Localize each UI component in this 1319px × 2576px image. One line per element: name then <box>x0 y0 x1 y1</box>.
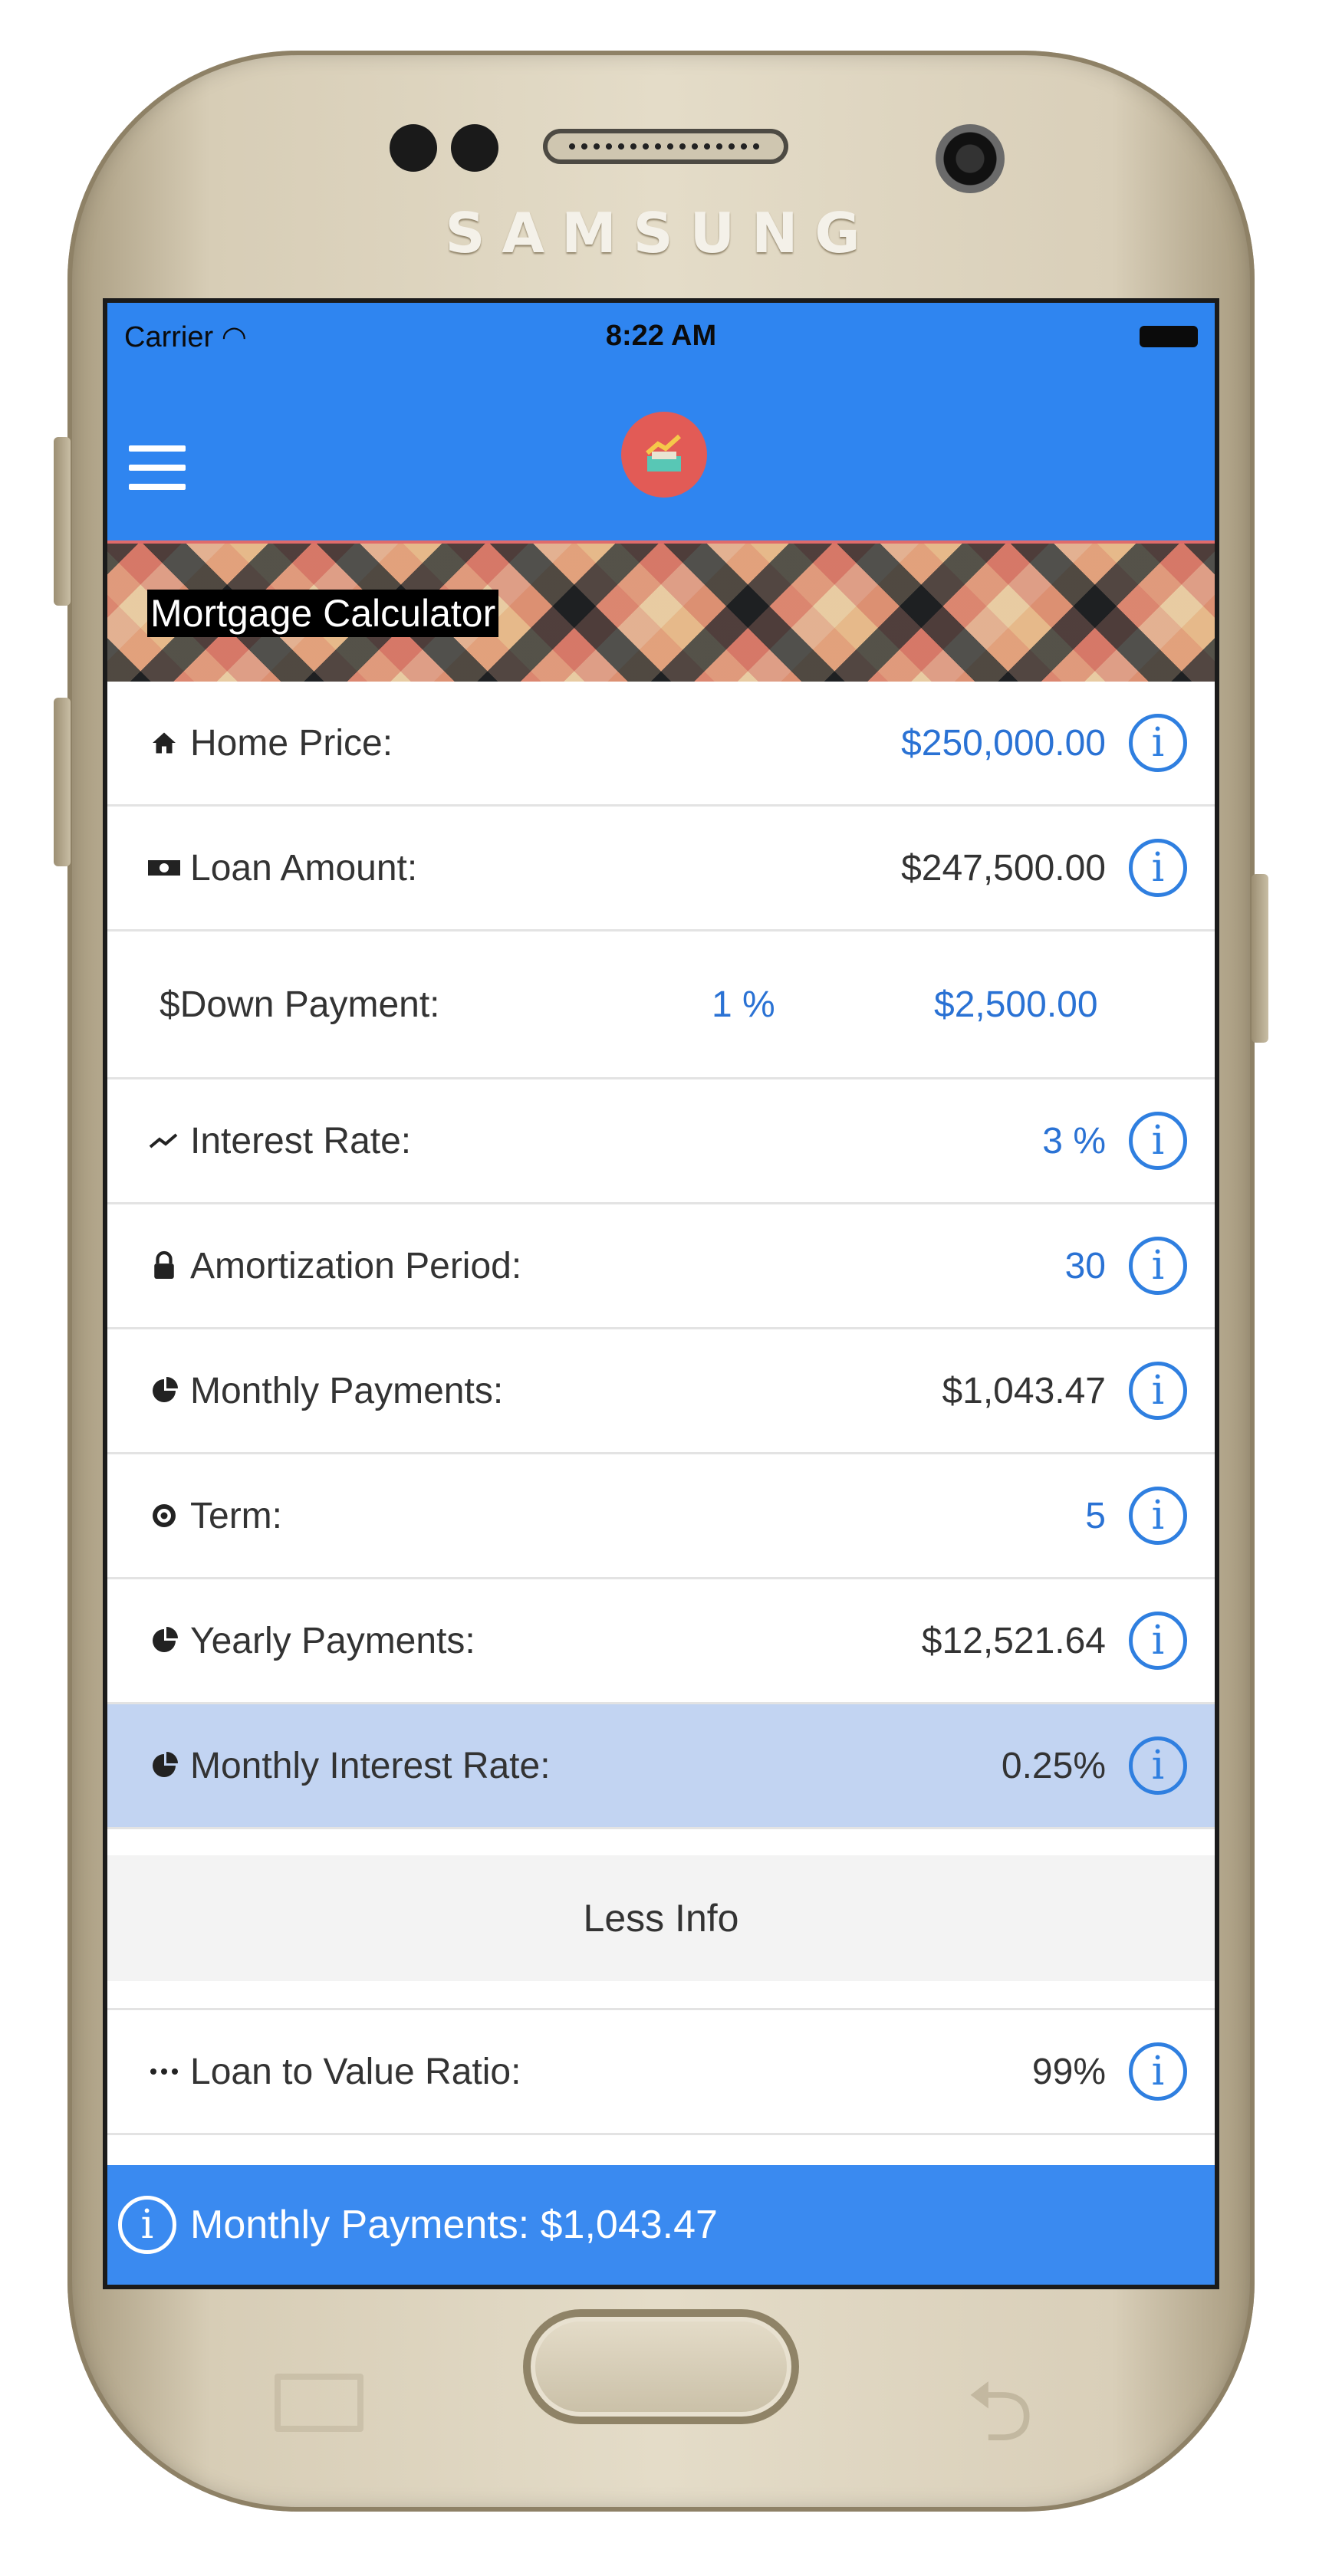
recent-apps-button[interactable] <box>275 2374 363 2432</box>
pie-chart-icon <box>146 1627 183 1654</box>
amortization-label: Amortization Period: <box>190 1245 522 1286</box>
banner: Mortgage Calculator <box>107 540 1215 682</box>
row-term[interactable]: Term: 5 i <box>107 1454 1215 1579</box>
amortization-value[interactable]: 30 <box>1065 1245 1106 1287</box>
device-brand: SAMSUNG <box>445 201 877 265</box>
status-time: 8:22 AM <box>605 320 717 352</box>
info-icon[interactable]: i <box>1129 1112 1187 1170</box>
home-icon <box>146 729 183 757</box>
less-info-button[interactable]: Less Info <box>107 1855 1215 1981</box>
home-price-label: Home Price: <box>190 722 393 764</box>
row-monthly-payments[interactable]: Monthly Payments: $1,043.47 i <box>107 1329 1215 1454</box>
interest-rate-value[interactable]: 3 % <box>1042 1120 1106 1162</box>
battery-icon <box>1140 326 1198 347</box>
back-icon[interactable]: ⮌ <box>966 2351 1034 2494</box>
row-amortization[interactable]: Amortization Period: 30 i <box>107 1204 1215 1329</box>
down-payment-amount[interactable]: $2,500.00 <box>934 984 1098 1026</box>
app-logo-icon <box>621 412 707 498</box>
info-icon[interactable]: i <box>1129 1737 1187 1795</box>
app-header <box>107 369 1215 540</box>
info-icon[interactable]: i <box>118 2196 176 2254</box>
home-button[interactable] <box>523 2309 799 2424</box>
row-interest-rate[interactable]: Interest Rate: 3 % i <box>107 1079 1215 1204</box>
money-icon <box>146 857 183 879</box>
yearly-payments-label: Yearly Payments: <box>190 1620 475 1661</box>
trend-icon <box>146 1132 183 1150</box>
pie-chart-icon <box>146 1377 183 1405</box>
term-label: Term: <box>190 1495 282 1536</box>
down-payment-label: $Down Payment: <box>160 984 440 1025</box>
loan-amount-value: $247,500.00 <box>901 847 1106 889</box>
ellipsis-icon <box>146 2067 183 2076</box>
term-value[interactable]: 5 <box>1085 1495 1106 1537</box>
footer-bar[interactable]: i Monthly Payments: $1,043.47 <box>107 2165 1215 2285</box>
power-button[interactable] <box>1252 874 1268 1043</box>
calculator-rows: Home Price: $250,000.00 i Loan Amount: $… <box>107 682 1215 2135</box>
monthly-payments-value: $1,043.47 <box>942 1370 1106 1411</box>
loan-amount-label: Loan Amount: <box>190 847 418 889</box>
monthly-interest-label: Monthly Interest Rate: <box>190 1745 551 1786</box>
info-icon[interactable]: i <box>1129 2042 1187 2101</box>
less-info-section: Less Info <box>107 1829 1215 2010</box>
home-price-value[interactable]: $250,000.00 <box>901 722 1106 764</box>
volume-up-button[interactable] <box>54 437 71 606</box>
banner-title: Mortgage Calculator <box>147 590 499 637</box>
app-screen: Carrier ◠ 8:22 AM Mortgage Calculator Ho… <box>107 303 1215 2285</box>
monthly-payments-label: Monthly Payments: <box>190 1370 504 1411</box>
row-home-price[interactable]: Home Price: $250,000.00 i <box>107 682 1215 807</box>
footer-text: Monthly Payments: $1,043.47 <box>190 2203 718 2247</box>
loan-to-value-label: Loan to Value Ratio: <box>190 2051 521 2092</box>
volume-down-button[interactable] <box>54 698 71 866</box>
pie-chart-icon <box>146 1752 183 1779</box>
yearly-payments-value: $12,521.64 <box>921 1620 1106 1661</box>
info-icon[interactable]: i <box>1129 714 1187 772</box>
loan-to-value-value: 99% <box>1031 2051 1106 2092</box>
front-camera <box>936 124 1005 193</box>
row-loan-amount[interactable]: Loan Amount: $247,500.00 i <box>107 807 1215 932</box>
interest-rate-label: Interest Rate: <box>190 1120 412 1162</box>
info-icon[interactable]: i <box>1129 1237 1187 1295</box>
lock-icon <box>146 1250 183 1281</box>
status-bar: Carrier ◠ 8:22 AM <box>107 303 1215 369</box>
monthly-interest-value: 0.25% <box>1001 1745 1106 1786</box>
info-icon[interactable]: i <box>1129 1487 1187 1545</box>
down-payment-percent[interactable]: 1 % <box>712 984 934 1026</box>
info-icon[interactable]: i <box>1129 839 1187 897</box>
row-down-payment[interactable]: $Down Payment: 1 % $2,500.00 <box>107 932 1215 1079</box>
hamburger-menu-icon[interactable] <box>129 445 186 503</box>
row-monthly-interest-rate[interactable]: Monthly Interest Rate: 0.25% i <box>107 1704 1215 1829</box>
row-yearly-payments[interactable]: Yearly Payments: $12,521.64 i <box>107 1579 1215 1704</box>
info-icon[interactable]: i <box>1129 1612 1187 1670</box>
info-icon[interactable]: i <box>1129 1362 1187 1420</box>
target-icon <box>146 1502 183 1530</box>
sensor-dots <box>390 124 498 172</box>
row-loan-to-value[interactable]: Loan to Value Ratio: 99% i <box>107 2010 1215 2135</box>
earpiece-speaker <box>543 129 788 164</box>
